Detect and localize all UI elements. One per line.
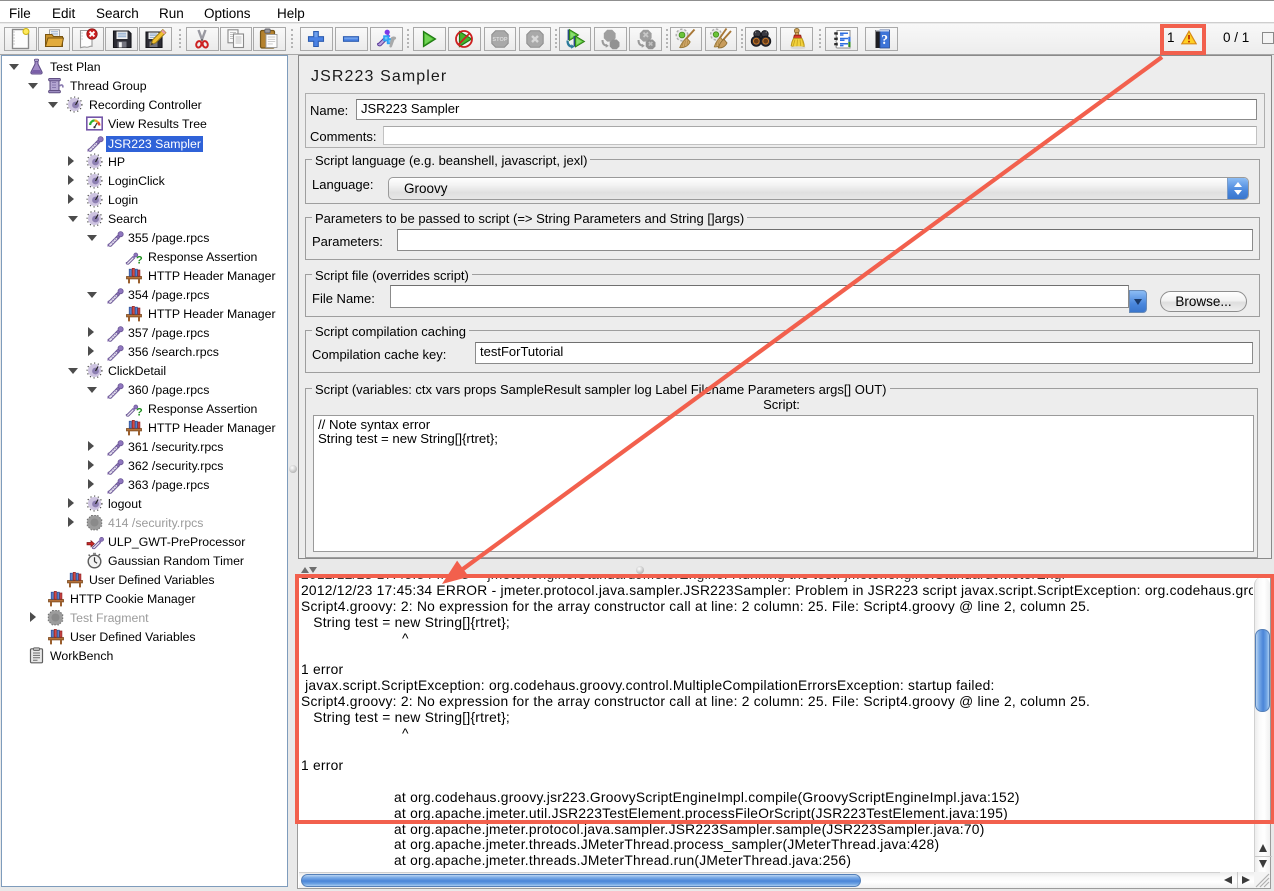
svg-text:?: ? [136, 255, 143, 267]
svg-text:?: ? [136, 407, 143, 419]
svg-text:?: ? [881, 32, 888, 47]
svg-text:STOP: STOP [492, 37, 507, 43]
